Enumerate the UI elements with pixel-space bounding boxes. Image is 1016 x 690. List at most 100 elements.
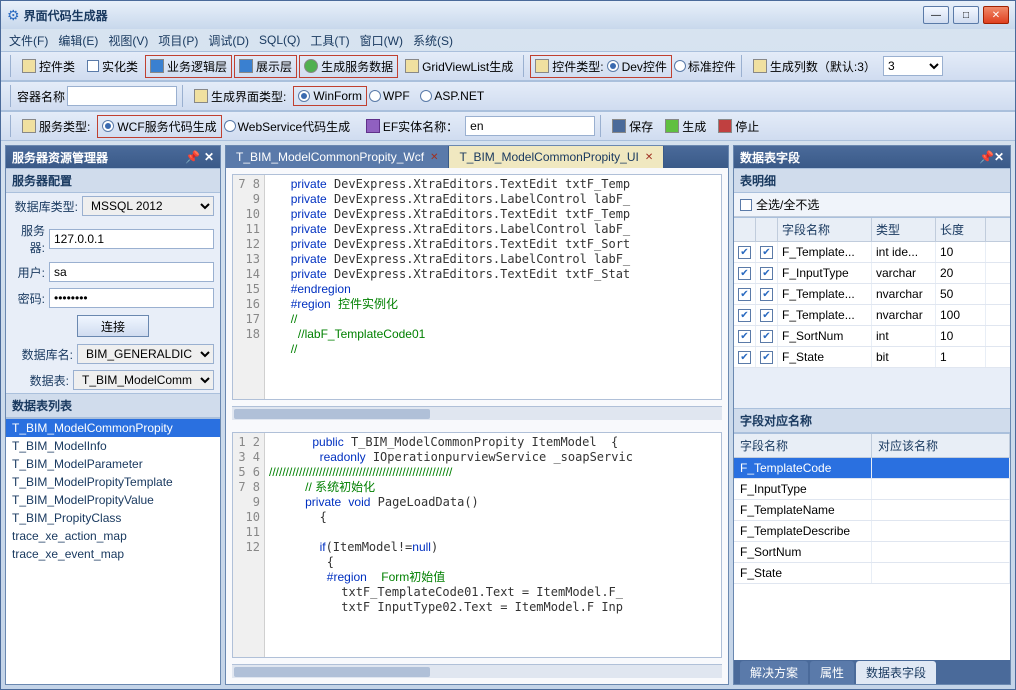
radio-winform[interactable] (298, 90, 310, 102)
select-all-row[interactable]: 全选/全不选 (734, 193, 1010, 217)
checkbox-icon[interactable] (760, 309, 773, 322)
menu-tools[interactable]: 工具(T) (310, 32, 349, 49)
tab-fields[interactable]: 数据表字段 (856, 661, 936, 684)
checkbox-icon[interactable] (738, 309, 751, 322)
radio-wcf[interactable] (102, 120, 114, 132)
password-input[interactable] (49, 288, 214, 308)
table-row[interactable]: F_Statebit1 (734, 347, 1010, 368)
checkbox-icon[interactable] (740, 199, 752, 211)
list-item[interactable]: T_BIM_ModelPropityTemplate (6, 473, 220, 491)
gen-columns-select[interactable]: 3 (883, 56, 943, 76)
menu-sql[interactable]: SQL(Q) (259, 33, 300, 47)
radio-standard[interactable] (674, 60, 686, 72)
pin-icon[interactable]: 📌 (979, 150, 994, 164)
table-row[interactable]: F_TemplateName (734, 500, 1010, 521)
menu-window[interactable]: 窗口(W) (360, 32, 403, 49)
radio-dev[interactable] (607, 60, 619, 72)
list-item[interactable]: T_BIM_ModelInfo (6, 437, 220, 455)
table-list[interactable]: T_BIM_ModelCommonPropity T_BIM_ModelInfo… (6, 418, 220, 684)
control-class-button[interactable]: 控件类 (17, 55, 80, 78)
tab-properties[interactable]: 属性 (810, 661, 854, 684)
gen-service-button[interactable]: 生成服务数据 (299, 55, 398, 78)
maximize-button[interactable]: □ (953, 6, 979, 24)
panel-close-icon[interactable]: ✕ (204, 150, 214, 164)
container-name-label: 容器名称 (17, 88, 65, 105)
radio-aspnet[interactable] (420, 90, 432, 102)
checkbox-icon[interactable] (738, 330, 751, 343)
close-button[interactable]: ✕ (983, 6, 1009, 24)
dbname-select[interactable]: BIM_GENERALDIC (77, 344, 214, 364)
gridviewlist-button[interactable]: GridViewList生成 (400, 55, 518, 78)
list-item[interactable]: trace_xe_action_map (6, 527, 220, 545)
editor-tabs: T_BIM_ModelCommonPropity_Wcf✕ T_BIM_Mode… (226, 146, 728, 168)
menu-project[interactable]: 项目(P) (158, 32, 198, 49)
table-row[interactable]: F_Template...nvarchar100 (734, 305, 1010, 326)
list-item[interactable]: T_BIM_PropityClass (6, 509, 220, 527)
table-row[interactable]: F_State (734, 563, 1010, 584)
list-item[interactable]: T_BIM_ModelParameter (6, 455, 220, 473)
table-row[interactable]: F_Template...int ide...10 (734, 242, 1010, 263)
code-pane-top[interactable]: 7 8 9 10 11 12 13 14 15 16 17 18 private… (232, 174, 722, 400)
panel-close-icon[interactable]: ✕ (994, 150, 1004, 164)
checkbox-icon[interactable] (738, 288, 751, 301)
code-view[interactable]: public T_BIM_ModelCommonPropity ItemMode… (265, 433, 721, 657)
table-row[interactable]: F_InputType (734, 479, 1010, 500)
table-row[interactable]: F_SortNumint10 (734, 326, 1010, 347)
checkbox-icon[interactable] (760, 288, 773, 301)
entity-class-button[interactable]: 实化类 (82, 55, 143, 78)
tab-solution[interactable]: 解决方案 (740, 661, 808, 684)
stop-button[interactable]: 停止 (713, 115, 764, 138)
radio-webservice[interactable] (224, 120, 236, 132)
pin-icon[interactable]: 📌 (185, 150, 200, 164)
table-row[interactable]: F_Template...nvarchar50 (734, 284, 1010, 305)
checkbox-icon[interactable] (738, 246, 751, 259)
checkbox-icon[interactable] (738, 351, 751, 364)
minimize-button[interactable]: — (923, 6, 949, 24)
radio-wcf-group[interactable]: WCF服务代码生成 (97, 115, 221, 138)
checkbox-icon[interactable] (760, 246, 773, 259)
checkbox-icon[interactable] (760, 351, 773, 364)
business-layer-button[interactable]: 业务逻辑层 (145, 55, 232, 78)
dbtype-select[interactable]: MSSQL 2012 (82, 196, 214, 216)
radio-wpf[interactable] (369, 90, 381, 102)
ef-name-input[interactable] (465, 116, 595, 136)
scrollbar[interactable] (232, 406, 722, 420)
gutter: 1 2 3 4 5 6 7 8 9 10 11 12 (233, 433, 265, 657)
save-icon (612, 119, 626, 133)
connect-button[interactable]: 连接 (77, 315, 149, 337)
menu-view[interactable]: 视图(V) (108, 32, 148, 49)
datatable-select[interactable]: T_BIM_ModelComm (73, 370, 214, 390)
table-row[interactable]: F_InputTypevarchar20 (734, 263, 1010, 284)
checkbox-icon[interactable] (760, 267, 773, 280)
radio-winform-group[interactable]: WinForm (293, 86, 367, 106)
container-name-input[interactable] (67, 86, 177, 106)
close-icon[interactable]: ✕ (645, 152, 653, 163)
menu-debug[interactable]: 调试(D) (208, 32, 249, 49)
close-icon[interactable]: ✕ (430, 152, 438, 163)
menu-system[interactable]: 系统(S) (413, 32, 453, 49)
circle-icon (304, 59, 318, 73)
menu-edit[interactable]: 编辑(E) (58, 32, 98, 49)
doc-icon (22, 119, 36, 133)
checkbox-icon[interactable] (738, 267, 751, 280)
list-item[interactable]: T_BIM_ModelPropityValue (6, 491, 220, 509)
display-layer-button[interactable]: 展示层 (234, 55, 297, 78)
server-input[interactable] (49, 229, 214, 249)
menu-file[interactable]: 文件(F) (9, 32, 48, 49)
table-row[interactable]: F_TemplateCode (734, 458, 1010, 479)
table-row[interactable]: F_TemplateDescribe (734, 521, 1010, 542)
table-row[interactable]: F_SortNum (734, 542, 1010, 563)
list-item[interactable]: T_BIM_ModelCommonPropity (6, 419, 220, 437)
tab-ui[interactable]: T_BIM_ModelCommonPropity_UI✕ (449, 146, 664, 168)
checkbox-icon[interactable] (760, 330, 773, 343)
main-content: 服务器资源管理器 📌✕ 服务器配置 数据库类型:MSSQL 2012 服务器: … (1, 141, 1015, 689)
tab-wcf[interactable]: T_BIM_ModelCommonPropity_Wcf✕ (226, 146, 449, 168)
code-area: 7 8 9 10 11 12 13 14 15 16 17 18 private… (226, 168, 728, 684)
save-button[interactable]: 保存 (607, 115, 658, 138)
code-view[interactable]: private DevExpress.XtraEditors.TextEdit … (265, 175, 721, 399)
scrollbar[interactable] (232, 664, 722, 678)
code-pane-bottom[interactable]: 1 2 3 4 5 6 7 8 9 10 11 12 public T_BIM_… (232, 432, 722, 658)
list-item[interactable]: trace_xe_event_map (6, 545, 220, 563)
generate-button[interactable]: 生成 (660, 115, 711, 138)
user-input[interactable] (49, 262, 214, 282)
